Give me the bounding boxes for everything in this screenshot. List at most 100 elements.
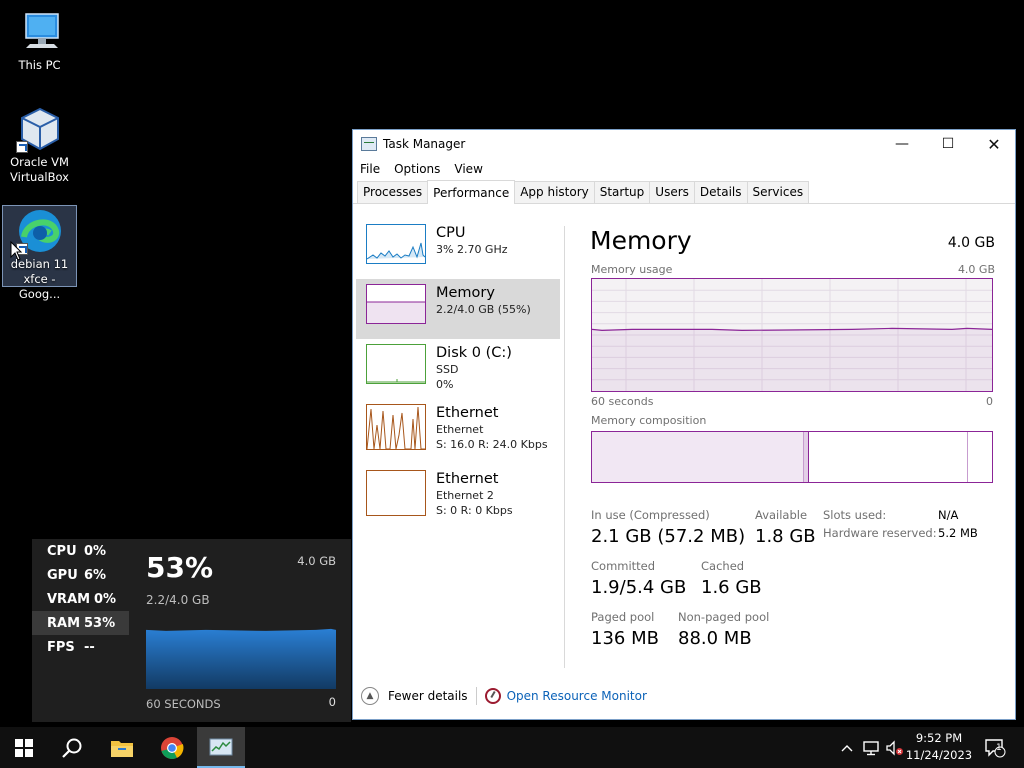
search-icon [62, 738, 82, 758]
committed-label: Committed [591, 559, 656, 573]
menu-view[interactable]: View [454, 162, 482, 176]
tab-services[interactable]: Services [746, 181, 810, 203]
gamebar-row-vram[interactable]: VRAM 0% [32, 587, 129, 611]
perf-item-cpu[interactable]: CPU 3% 2.70 GHz [356, 219, 560, 279]
graph-time-left: 60 seconds [591, 395, 654, 408]
panel-divider [564, 226, 565, 668]
paged-pool-label: Paged pool [591, 610, 655, 624]
menu-file[interactable]: File [360, 162, 380, 176]
gamebar-row-fps[interactable]: FPS -- [32, 635, 129, 659]
taskbar: 9:52 PM 11/24/2023 1 [0, 727, 1024, 768]
network-icon [863, 740, 879, 755]
gamebar-row-gpu[interactable]: GPU 6% [32, 563, 129, 587]
chrome-icon [161, 736, 184, 759]
tab-performance[interactable]: Performance [427, 180, 516, 204]
gamebar-row-ram[interactable]: RAM 53% [32, 611, 129, 635]
task-manager-window: Task Manager — ☐ ✕ File Options View Pro… [352, 129, 1016, 720]
memory-composition-bar [591, 431, 993, 483]
tab-app-history[interactable]: App history [514, 181, 595, 203]
in-use-value: 2.1 GB (57.2 MB) [591, 526, 746, 547]
clock-date: 11/24/2023 [905, 748, 973, 762]
committed-value: 1.9/5.4 GB [591, 577, 687, 598]
taskbar-file-explorer[interactable] [98, 727, 146, 768]
desktop-icon-label: xfce - Goog... [18, 272, 61, 301]
gamebar-row-cpu[interactable]: CPU 0% [32, 539, 129, 563]
disk-thumbnail-graph [366, 344, 426, 384]
perf-item-detail: Ethernet [436, 423, 484, 436]
memory-thumbnail-graph [366, 284, 426, 324]
gamebar-metric-name: GPU [47, 567, 78, 583]
hardware-reserved-label: Hardware reserved: [823, 526, 937, 540]
gamebar-performance-widget: CPU 0% GPU 6% VRAM 0% RAM 53% FPS -- 53% 2.2/… [32, 539, 351, 722]
tab-details[interactable]: Details [693, 181, 748, 203]
chevron-up-icon [841, 744, 853, 751]
cached-label: Cached [701, 559, 745, 573]
close-button[interactable]: ✕ [971, 130, 1017, 158]
perf-item-memory[interactable]: Memory 2.2/4.0 GB (55%) [356, 279, 560, 339]
gamebar-ram-capacity: 4.0 GB [297, 554, 336, 568]
menu-bar: File Options View [353, 158, 1015, 180]
windows-logo-icon [15, 738, 33, 757]
clock-time: 9:52 PM [915, 731, 963, 745]
volume-button[interactable] [884, 727, 906, 768]
tab-startup[interactable]: Startup [593, 181, 651, 203]
memory-usage-area [592, 329, 992, 391]
slots-value: N/A [938, 508, 959, 522]
notifications-button[interactable]: 1 [980, 727, 1010, 768]
perf-item-ethernet-2[interactable]: Ethernet Ethernet 2 S: 0 R: 0 Kbps [356, 465, 560, 531]
gamebar-ram-chart [146, 628, 336, 689]
gamebar-metric-name: RAM [47, 615, 81, 631]
maximize-button[interactable]: ☐ [925, 130, 971, 158]
gamebar-ram-area [146, 628, 336, 689]
cached-value: 1.6 GB [701, 577, 762, 598]
network-button[interactable] [860, 727, 882, 768]
gamebar-metric-value: -- [84, 639, 95, 655]
perf-item-name: Ethernet [436, 405, 499, 421]
memory-composition-label: Memory composition [591, 414, 707, 427]
resource-monitor-icon [484, 688, 501, 704]
folder-icon [111, 740, 133, 757]
gamebar-metric-value: 0% [84, 543, 107, 559]
desktop-icon-this-pc[interactable]: This PC [2, 8, 77, 73]
tab-processes[interactable]: Processes [357, 181, 429, 203]
memory-total: 4.0 GB [947, 235, 995, 251]
title-bar[interactable]: Task Manager — ☐ ✕ [353, 130, 1015, 158]
cpu-thumbnail-graph [366, 224, 426, 264]
desktop-icon-label: Oracle VM [10, 155, 69, 169]
taskbar-chrome[interactable] [148, 727, 196, 768]
start-button[interactable] [0, 727, 48, 768]
chevron-up-icon: ▲ [361, 687, 379, 705]
gamebar-metric-value: 6% [84, 567, 107, 583]
performance-list: CPU 3% 2.70 GHz Memory 2.2/4.0 GB (55%) [356, 219, 560, 531]
hardware-reserved-value: 5.2 MB [938, 526, 978, 540]
available-value: 1.8 GB [755, 526, 816, 547]
search-button[interactable] [48, 727, 96, 768]
fewer-details-button[interactable]: Fewer details [388, 689, 468, 703]
in-use-label: In use (Compressed) [591, 508, 710, 522]
perf-item-detail: SSD [436, 363, 459, 376]
taskbar-task-manager[interactable] [197, 727, 245, 768]
gamebar-metric-list: CPU 0% GPU 6% VRAM 0% RAM 53% FPS -- [32, 539, 129, 659]
desktop-icon-label: This PC [18, 58, 61, 72]
perf-item-disk[interactable]: Disk 0 (C:) SSD 0% [356, 339, 560, 399]
minimize-button[interactable]: — [879, 130, 925, 158]
notification-center-icon [985, 738, 1006, 757]
perf-item-detail: S: 0 R: 0 Kbps [436, 504, 513, 517]
gamebar-metric-value: 0% [94, 591, 117, 607]
gamebar-ram-usage: 2.2/4.0 GB [146, 593, 210, 607]
window-footer: ▲ Fewer details Open Resource Monitor [361, 687, 647, 705]
non-paged-pool-label: Non-paged pool [678, 610, 770, 624]
perf-item-ethernet[interactable]: Ethernet Ethernet S: 16.0 R: 24.0 Kbps [356, 399, 560, 465]
desktop-icon-virtualbox[interactable]: Oracle VM VirtualBox [2, 105, 77, 185]
ethernet-thumbnail-graph [366, 404, 426, 450]
taskbar-clock[interactable]: 9:52 PM 11/24/2023 [904, 730, 974, 764]
memory-usage-graph [591, 278, 993, 392]
tab-users[interactable]: Users [649, 181, 695, 203]
open-resource-monitor-link[interactable]: Open Resource Monitor [507, 689, 647, 703]
show-hidden-icons-button[interactable] [838, 727, 856, 768]
window-title: Task Manager [383, 137, 466, 151]
mouse-cursor-icon [10, 241, 22, 261]
perf-item-name: CPU [436, 225, 466, 241]
menu-options[interactable]: Options [394, 162, 440, 176]
perf-item-detail: 3% 2.70 GHz [436, 243, 508, 256]
